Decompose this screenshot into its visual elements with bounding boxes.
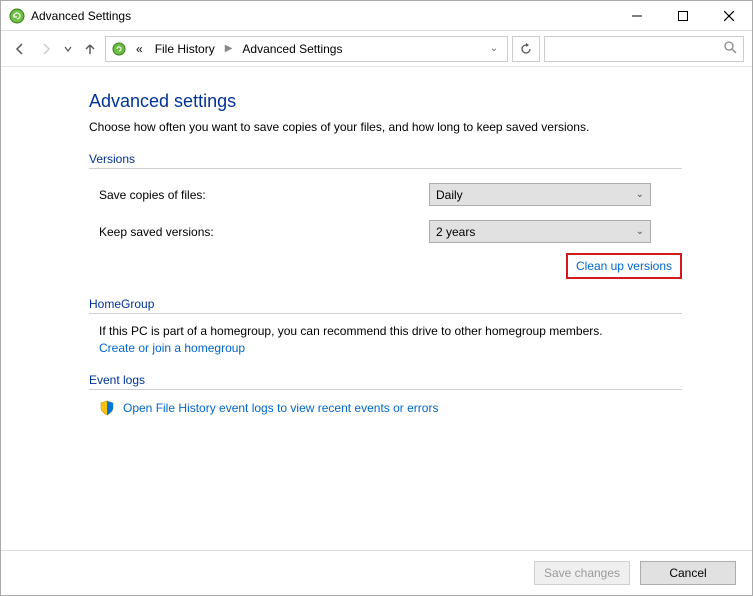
breadcrumb-prefix[interactable]: « <box>132 37 147 61</box>
chevron-right-icon: ▶ <box>223 43 235 54</box>
row-keep-versions: Keep saved versions: 2 years ⌄ <box>89 216 682 247</box>
section-header-eventlogs: Event logs <box>89 373 682 390</box>
link-homegroup[interactable]: Create or join a homegroup <box>99 341 245 355</box>
save-button[interactable]: Save changes <box>534 561 630 585</box>
search-input[interactable] <box>544 36 744 62</box>
recent-locations-button[interactable] <box>61 38 75 60</box>
cancel-button[interactable]: Cancel <box>640 561 736 585</box>
content-area: Advanced settings Choose how often you w… <box>1 67 752 550</box>
homegroup-text: If this PC is part of a homegroup, you c… <box>89 324 682 338</box>
breadcrumb-current[interactable]: Advanced Settings <box>238 37 346 61</box>
dropdown-keep-versions-value: 2 years <box>436 225 475 239</box>
page-description: Choose how often you want to save copies… <box>89 120 682 134</box>
titlebar: Advanced Settings <box>1 1 752 31</box>
section-header-versions: Versions <box>89 152 682 169</box>
breadcrumb-parent[interactable]: File History <box>151 37 219 61</box>
footer: Save changes Cancel <box>1 550 752 595</box>
refresh-button[interactable] <box>512 36 540 62</box>
window-title: Advanced Settings <box>31 9 131 23</box>
link-event-logs[interactable]: Open File History event logs to view rec… <box>123 401 438 415</box>
row-save-copies: Save copies of files: Daily ⌄ <box>89 179 682 210</box>
address-dropdown-icon[interactable]: ⌄ <box>485 43 503 54</box>
label-save-copies: Save copies of files: <box>99 188 429 202</box>
address-bar[interactable]: « File History ▶ Advanced Settings ⌄ <box>105 36 508 62</box>
chevron-down-icon: ⌄ <box>636 226 644 237</box>
highlight-cleanup: Clean up versions <box>566 253 682 279</box>
shield-icon <box>99 400 115 416</box>
minimize-button[interactable] <box>614 1 660 31</box>
back-button[interactable] <box>9 38 31 60</box>
location-icon <box>110 40 128 58</box>
section-header-homegroup: HomeGroup <box>89 297 682 314</box>
forward-button[interactable] <box>35 38 57 60</box>
app-icon <box>9 8 25 24</box>
dropdown-save-copies[interactable]: Daily ⌄ <box>429 183 651 206</box>
chevron-down-icon: ⌄ <box>636 189 644 200</box>
dropdown-save-copies-value: Daily <box>436 188 463 202</box>
close-button[interactable] <box>706 1 752 31</box>
dropdown-keep-versions[interactable]: 2 years ⌄ <box>429 220 651 243</box>
maximize-button[interactable] <box>660 1 706 31</box>
page-title: Advanced settings <box>89 91 682 112</box>
search-icon <box>724 41 737 57</box>
up-button[interactable] <box>79 38 101 60</box>
link-cleanup-versions[interactable]: Clean up versions <box>576 259 672 273</box>
navbar: « File History ▶ Advanced Settings ⌄ <box>1 31 752 67</box>
label-keep-versions: Keep saved versions: <box>99 225 429 239</box>
